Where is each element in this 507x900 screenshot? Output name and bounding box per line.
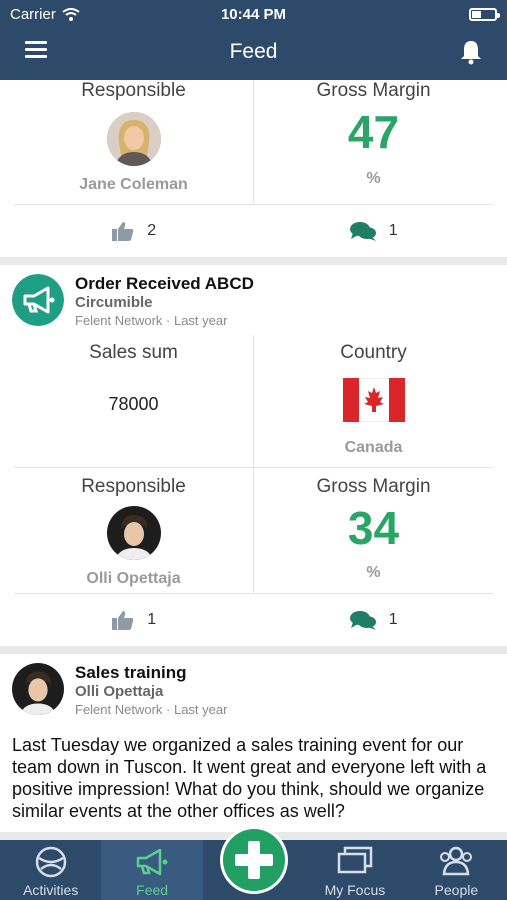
avatar[interactable] [12,663,64,715]
gross-margin-value: 47 [347,106,400,158]
tab-activities[interactable]: Activities [0,840,101,900]
like-button[interactable]: 1 [14,609,254,631]
page-title: Feed [229,40,278,63]
unit-label: % [366,564,381,581]
cell-label: Responsible [81,476,186,497]
cell-label: Gross Margin [316,80,431,101]
comment-count: 1 [388,222,398,239]
gross-margin-cell: Gross Margin 47 % [253,80,493,204]
responsible-cell: Responsible Olli Opettaja [14,468,253,593]
comment-button[interactable]: 1 [254,220,494,242]
cell-label: Gross Margin [316,476,431,497]
comments-icon [349,222,376,241]
gross-margin-value: 34 [347,502,400,554]
tab-people[interactable]: People [406,840,507,900]
tab-my-focus[interactable]: My Focus [304,840,405,900]
person-name: Olli Opettaja [86,570,181,587]
sales-value: 78000 [108,394,159,414]
cell-label: Responsible [81,80,186,101]
post-title[interactable]: Order Received ABCD [75,274,254,294]
unit-label: % [366,170,381,187]
post-meta: Felent Network · Last year [75,313,228,328]
feed-card[interactable]: Responsible Jane Coleman Gross Margin 47… [0,80,507,257]
feed-card[interactable]: Sales training Olli Opettaja Felent Netw… [0,654,507,832]
megaphone-icon [136,848,168,876]
comment-count: 1 [388,611,398,628]
avatar[interactable] [106,506,161,560]
feed-card[interactable]: Order Received ABCD Circumible Felent Ne… [0,265,507,646]
feed-list[interactable]: Responsible Jane Coleman Gross Margin 47… [0,80,507,840]
card-grid: Responsible Olli Opettaja Gross Margin 3… [14,468,493,594]
battery-icon [469,8,500,21]
person-name: Jane Coleman [79,176,188,193]
comments-icon [349,611,376,630]
comment-button[interactable]: 1 [254,609,494,631]
people-icon [440,846,473,876]
monitor-icon [337,846,373,874]
plus-icon [223,829,285,891]
nav-bar: Feed [0,30,507,80]
like-button[interactable]: 2 [14,220,254,242]
cell-label: Sales sum [89,342,178,363]
avatar[interactable] [106,112,161,166]
cell-label: Country [340,342,407,363]
country-cell: Country Canada [253,335,493,467]
tab-label: People [434,882,479,898]
tab-feed[interactable]: Feed [101,840,203,900]
megaphone-icon [12,274,64,326]
reactions-bar: 1 1 [14,594,493,646]
post-title[interactable]: Sales training [75,663,186,683]
canada-flag-icon [342,377,405,423]
post-meta: Felent Network · Last year [75,702,228,717]
country-name: Canada [344,439,403,456]
tab-label: My Focus [324,882,386,898]
tab-label: Activities [23,882,79,898]
add-button[interactable] [220,826,288,894]
post-body: Last Tuesday we organized a sales traini… [12,735,487,821]
ball-icon [35,846,66,878]
thumbs-up-icon [112,222,134,241]
reactions-bar: 2 1 [14,205,493,257]
thumbs-up-icon [112,611,134,630]
tab-label: Feed [136,882,169,898]
gross-margin-cell: Gross Margin 34 % [253,468,493,593]
sales-sum-cell: Sales sum 78000 [14,335,253,467]
responsible-cell: Responsible Jane Coleman [14,80,253,204]
status-time: 10:44 PM [220,6,287,23]
post-header: Order Received ABCD Circumible Felent Ne… [0,265,507,335]
top-bar: Carrier 10:44 PM Feed [0,0,507,80]
status-bar: Carrier 10:44 PM [0,0,507,30]
post-subtitle[interactable]: Circumible [75,294,153,311]
post-author[interactable]: Olli Opettaja [75,683,163,700]
card-grid: Sales sum 78000 Country Canada [14,335,493,468]
like-count: 1 [147,611,157,628]
post-header: Sales training Olli Opettaja Felent Netw… [0,654,507,724]
card-grid: Responsible Jane Coleman Gross Margin 47… [14,80,493,205]
like-count: 2 [147,222,157,239]
bell-icon[interactable] [459,39,483,65]
